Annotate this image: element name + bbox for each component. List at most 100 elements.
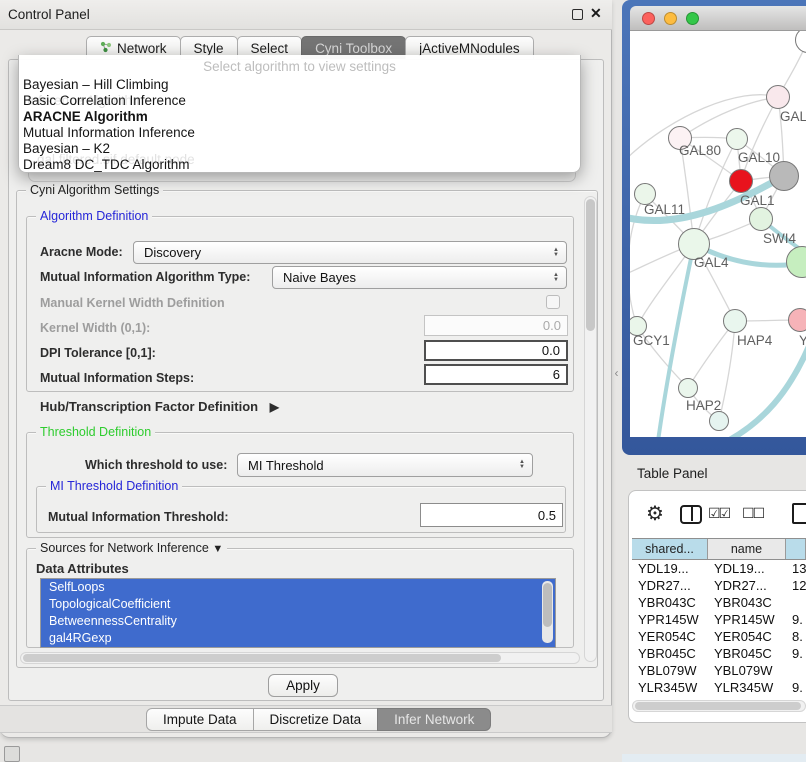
which-threshold-label: Which threshold to use: (85, 458, 227, 472)
dpi-tolerance-label: DPI Tolerance [0,1]: (40, 346, 156, 360)
which-threshold-value: MI Threshold (248, 458, 324, 473)
table-cell: YIL052C (632, 696, 708, 699)
table-cell: 9. (786, 645, 806, 662)
algorithm-option[interactable]: Bayesian – Hill Climbing (19, 77, 580, 93)
table-cell: YBL079W (708, 662, 786, 679)
column-header[interactable] (786, 539, 806, 559)
table-row[interactable]: YBR045CYBR045C9. (632, 645, 806, 662)
node-gal[interactable] (766, 85, 790, 109)
table-cell: YBR045C (632, 645, 708, 662)
algorithm-option[interactable]: Dream8 DC_TDC Algorithm (19, 157, 580, 173)
table-row[interactable]: YDL19...YDL19...13 (632, 560, 806, 577)
node-label: Y (799, 333, 806, 348)
collapsed-panel-icon[interactable] (4, 746, 20, 762)
close-icon[interactable]: ✕ (590, 5, 602, 22)
attribute-item[interactable]: SelfLoops (41, 579, 555, 596)
collapse-down-icon: ▼ (212, 543, 223, 555)
table-row[interactable]: YLR345WYLR345W9. (632, 679, 806, 696)
settings-vertical-scrollbar-thumb[interactable] (586, 199, 595, 331)
expand-right-icon: ▶ (270, 400, 279, 414)
table-cell: YDR27... (632, 577, 708, 594)
table-cell: 13 (786, 560, 806, 577)
node-y[interactable] (788, 308, 806, 332)
column-header[interactable]: name (708, 539, 786, 559)
gear-icon[interactable]: ⚙ (646, 501, 664, 526)
node[interactable] (709, 411, 729, 431)
bottom-tab-impute-data[interactable]: Impute Data (146, 708, 254, 731)
attributes-scrollbar[interactable] (542, 581, 553, 643)
apply-button[interactable]: Apply (268, 674, 338, 697)
bottom-tab-discretize-data[interactable]: Discretize Data (253, 708, 379, 731)
table-row[interactable]: YDR27...YDR27...12 (632, 577, 806, 594)
mac-minimize-button[interactable] (664, 12, 677, 25)
column-header[interactable]: shared... (632, 539, 708, 559)
kernel-width-field[interactable]: 0.0 (424, 315, 568, 336)
mi-steps-field[interactable]: 6 (424, 364, 568, 385)
table-row[interactable]: YBL079WYBL079W (632, 662, 806, 679)
select-all-icon[interactable]: ☑☑ (708, 505, 729, 522)
tab-label: Select (251, 41, 289, 56)
tab-label: Style (194, 41, 224, 56)
table-cell: YDL19... (632, 560, 708, 577)
table-cell: YBR045C (708, 645, 786, 662)
sources-title[interactable]: Sources for Network Inference ▼ (36, 541, 227, 555)
mi-algorithm-type-select[interactable]: Naive Bayes ▲▼ (272, 266, 567, 289)
node[interactable] (769, 161, 799, 191)
mi-threshold-field[interactable]: 0.5 (420, 503, 563, 527)
algorithm-placeholder: Select algorithm to view settings (19, 59, 580, 77)
dpi-tolerance-field[interactable]: 0.0 (424, 340, 568, 361)
stepper-icon: ▲▼ (553, 248, 566, 258)
table-horizontal-scrollbar-thumb[interactable] (635, 702, 801, 710)
attribute-item[interactable]: BetweennessCentrality (41, 613, 555, 630)
column-layout-icon[interactable] (680, 505, 702, 524)
mac-zoom-button[interactable] (686, 12, 699, 25)
manual-kernel-width-checkbox[interactable] (546, 295, 560, 309)
panel-splitter-handle[interactable]: ‹ (612, 364, 621, 382)
algorithm-option[interactable]: Mutual Information Inference (19, 125, 580, 141)
control-panel-window: Control Panel ✕ NetworkStyleSelectCyni T… (0, 0, 612, 738)
table-row[interactable]: YER054CYER054C8. (632, 628, 806, 645)
node-gal10[interactable] (726, 128, 748, 150)
table-cell: YLR345W (632, 679, 708, 696)
bottom-panel-edge (622, 754, 806, 762)
table-cell: 9. (786, 696, 806, 699)
node-table[interactable]: shared...name YDL19...YDL19...13YDR27...… (632, 538, 806, 699)
table-cell: 9. (786, 679, 806, 696)
algorithm-option[interactable]: Basic Correlation Inference (19, 93, 580, 109)
table-row[interactable]: YIL052CYIL052C9. (632, 696, 806, 699)
export-table-icon[interactable] (792, 503, 806, 524)
settings-vertical-scrollbar[interactable] (584, 196, 597, 662)
mi-algorithm-type-label: Mutual Information Algorithm Type: (40, 270, 250, 284)
algorithm-option[interactable]: ARACNE Algorithm (19, 109, 580, 125)
node-gal1[interactable] (729, 169, 753, 193)
table-row[interactable]: YPR145WYPR145W9. (632, 611, 806, 628)
table-cell: YLR345W (708, 679, 786, 696)
network-window-titlebar[interactable] (630, 6, 806, 31)
table-horizontal-scrollbar[interactable] (632, 700, 806, 712)
table-cell: 9. (786, 611, 806, 628)
node-label: GAL1 (740, 193, 775, 208)
node-hap2[interactable] (678, 378, 698, 398)
deselect-all-icon[interactable]: ☐☐ (742, 505, 763, 522)
settings-horizontal-scrollbar-thumb[interactable] (23, 654, 501, 662)
settings-horizontal-scrollbar[interactable] (20, 652, 580, 664)
bottom-tab-infer-network[interactable]: Infer Network (377, 708, 491, 731)
attribute-item[interactable]: gal4RGexp (41, 630, 555, 647)
float-window-icon[interactable] (572, 9, 583, 20)
aracne-mode-select[interactable]: Discovery ▲▼ (133, 241, 567, 264)
node-swi4[interactable] (749, 207, 773, 231)
data-attributes-list[interactable]: SelfLoopsTopologicalCoefficientBetweenne… (40, 578, 556, 648)
node-label: GAL4 (694, 255, 729, 270)
table-row[interactable]: YBR043CYBR043C (632, 594, 806, 611)
node-label: GAL10 (738, 150, 780, 165)
mac-close-button[interactable] (642, 12, 655, 25)
node-hap4[interactable] (723, 309, 747, 333)
node-label: GAL (780, 109, 806, 124)
mi-algorithm-type-value: Naive Bayes (283, 270, 356, 285)
network-canvas[interactable]: GALGAL80GAL10GAL1GAL11SWI4GAL4GCY1HAP4YH… (630, 31, 806, 437)
attribute-item[interactable]: TopologicalCoefficient (41, 596, 555, 613)
which-threshold-select[interactable]: MI Threshold ▲▼ (237, 453, 533, 477)
kernel-width-label: Kernel Width (0,1): (40, 321, 150, 335)
hub-definition-toggle[interactable]: Hub/Transcription Factor Definition ▶ (40, 399, 279, 414)
algorithm-option[interactable]: Bayesian – K2 (19, 141, 580, 157)
